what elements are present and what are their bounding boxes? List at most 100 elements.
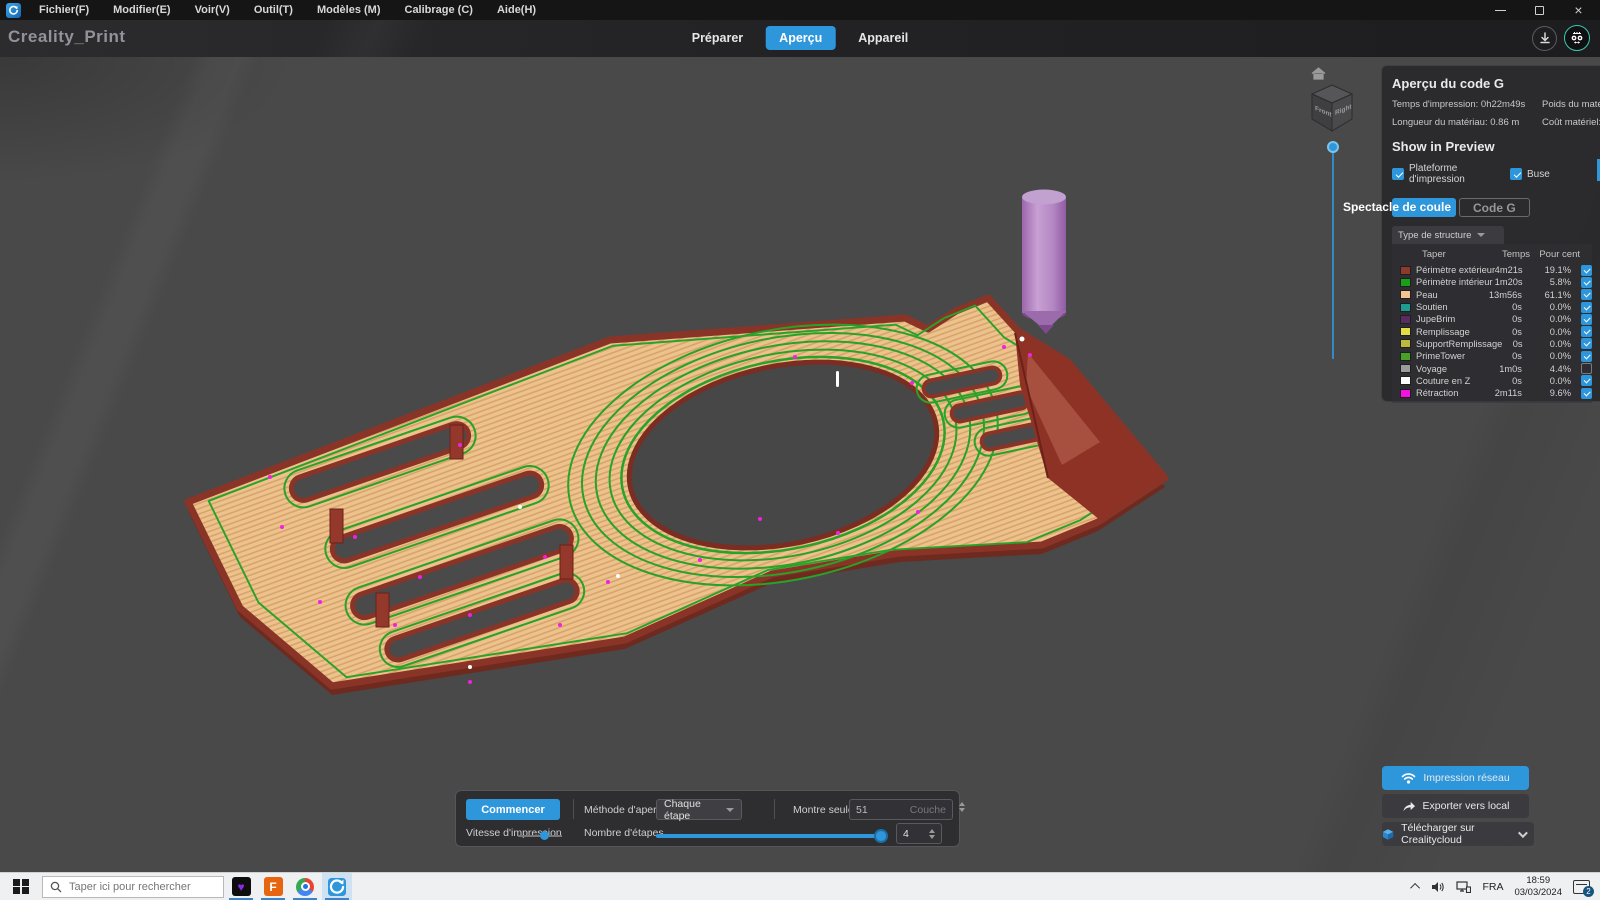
taskbar-search[interactable] <box>42 876 224 898</box>
maximize-button[interactable] <box>1534 5 1545 16</box>
color-swatch <box>1400 364 1411 373</box>
table-row: Périmètre extérieur4m21s19.1% <box>1392 264 1592 276</box>
color-swatch <box>1400 339 1411 348</box>
export-local-button[interactable]: Exporter vers local <box>1382 794 1529 818</box>
steps-slider[interactable] <box>656 828 886 844</box>
row-visibility-checkbox[interactable] <box>1581 351 1592 362</box>
network-print-button[interactable]: Impression réseau <box>1382 766 1529 790</box>
volume-icon[interactable] <box>1431 881 1445 893</box>
col-time: Temps <box>1484 249 1530 260</box>
layer-unit-label: Couche <box>910 804 946 816</box>
more-export-options-button[interactable] <box>1508 822 1534 846</box>
tab-appareil[interactable]: Appareil <box>845 26 921 50</box>
viewport-3d[interactable]: Front Right Aperçu du code G Temps d'imp… <box>0 57 1600 872</box>
tab-apercu[interactable]: Aperçu <box>766 26 835 50</box>
table-row: Voyage1m0s4.4% <box>1392 362 1592 374</box>
layer-stepper[interactable] <box>959 802 965 812</box>
row-visibility-checkbox[interactable] <box>1581 289 1592 300</box>
row-visibility-checkbox[interactable] <box>1581 388 1592 399</box>
menu-modeles[interactable]: Modèles (M) <box>317 4 381 16</box>
taskbar-app-creality[interactable] <box>322 873 352 900</box>
checkbox-nozzle[interactable]: Buse <box>1510 168 1550 180</box>
color-swatch <box>1400 290 1411 299</box>
language-indicator[interactable]: FRA <box>1482 881 1503 893</box>
table-row: Rétraction2m11s9.6% <box>1392 387 1592 399</box>
row-visibility-checkbox[interactable] <box>1581 326 1592 337</box>
layer-slider-handle[interactable] <box>1327 141 1339 153</box>
stat-material-weight: Poids du matériau <box>1542 99 1600 110</box>
panel-title: Aperçu du code G <box>1392 76 1600 91</box>
crealitycloud-icon <box>1382 828 1394 841</box>
export-actions: Impression réseau Exporter vers local Té… <box>1382 766 1562 850</box>
close-button[interactable]: × <box>1573 5 1584 16</box>
minimize-button[interactable] <box>1495 5 1506 16</box>
menu-bar: Fichier(F) Modifier(E) Voir(V) Outil(T) … <box>0 0 1600 20</box>
taskbar-app-chrome[interactable] <box>290 873 320 900</box>
user-avatar[interactable] <box>1564 25 1590 51</box>
menu-voir[interactable]: Voir(V) <box>195 4 230 16</box>
chevron-down-icon <box>726 808 734 812</box>
header: Creality_Print Préparer Aperçu Appareil <box>0 20 1600 57</box>
platform-checkbox[interactable] <box>1392 168 1404 180</box>
menu-calibrage[interactable]: Calibrage (C) <box>405 4 473 16</box>
taskbar-app-heart[interactable]: ♥ <box>226 873 256 900</box>
taskbar-app-f[interactable]: F <box>258 873 288 900</box>
row-visibility-checkbox[interactable] <box>1581 302 1592 313</box>
row-visibility-checkbox[interactable] <box>1581 363 1592 374</box>
checkbox-platform[interactable]: Plateforme d'impression <box>1392 163 1510 185</box>
table-row: Peau13m56s61.1% <box>1392 289 1592 301</box>
menu-modifier[interactable]: Modifier(E) <box>113 4 170 16</box>
print-speed-slider[interactable] <box>518 831 562 841</box>
tab-color-scheme[interactable]: Spectacle de coule <box>1392 198 1456 217</box>
start-menu-button[interactable] <box>0 873 42 900</box>
color-swatch <box>1400 278 1411 287</box>
row-visibility-checkbox[interactable] <box>1581 314 1592 325</box>
menu-aide[interactable]: Aide(H) <box>497 4 536 16</box>
show-in-preview-title: Show in Preview <box>1392 139 1600 154</box>
main-tabs: Préparer Aperçu Appareil <box>679 26 922 50</box>
row-visibility-checkbox[interactable] <box>1581 375 1592 386</box>
view-cube[interactable]: Front Right <box>1308 83 1356 140</box>
download-icon[interactable] <box>1532 26 1557 51</box>
steps-value-input[interactable]: 4 <box>896 823 942 844</box>
app-title: Creality_Print <box>8 27 126 47</box>
row-visibility-checkbox[interactable] <box>1581 277 1592 288</box>
tray-expand-icon[interactable] <box>1411 883 1421 893</box>
color-swatch <box>1400 389 1411 398</box>
preview-control-bar: Commencer Méthode d'aperçu Chaque étape … <box>455 790 960 847</box>
preview-method-select[interactable]: Chaque étape <box>656 799 742 820</box>
color-swatch <box>1400 376 1411 385</box>
nozzle-checkbox[interactable] <box>1510 168 1522 180</box>
layer-number-input[interactable]: 51 Couche <box>849 799 953 820</box>
upload-crealitycloud-button[interactable]: Télécharger sur Crealitycloud <box>1382 822 1529 846</box>
search-icon <box>50 881 62 893</box>
menu-outil[interactable]: Outil(T) <box>254 4 293 16</box>
table-row: PrimeTower0s0.0% <box>1392 350 1592 362</box>
notification-center-icon[interactable]: 2 <box>1573 880 1590 894</box>
wifi-icon <box>1401 772 1416 784</box>
color-swatch <box>1400 315 1411 324</box>
windows-logo-icon <box>13 879 29 895</box>
row-visibility-checkbox[interactable] <box>1581 265 1592 276</box>
start-button[interactable]: Commencer <box>466 799 560 820</box>
print-speed-handle[interactable] <box>540 831 549 840</box>
tab-preparer[interactable]: Préparer <box>679 26 756 50</box>
color-swatch <box>1400 266 1411 275</box>
structure-table: Taper Temps Pour cent Périmètre extérieu… <box>1392 244 1592 403</box>
windows-taskbar: ♥ F FRA 18:59 03/03/2024 2 <box>0 872 1600 900</box>
row-visibility-checkbox[interactable] <box>1581 338 1592 349</box>
stat-print-time: Temps d'impression: 0h22m49s <box>1392 99 1542 110</box>
steps-slider-handle[interactable] <box>874 829 888 843</box>
show-only-label: Montre seulement <box>793 804 849 816</box>
table-row: Soutien0s0.0% <box>1392 301 1592 313</box>
layer-slider-track[interactable] <box>1332 149 1334 359</box>
heart-app-icon: ♥ <box>232 877 251 896</box>
structure-type-dropdown[interactable]: Type de structure <box>1392 226 1504 244</box>
search-input[interactable] <box>69 881 209 893</box>
tab-gcode[interactable]: Code G <box>1459 198 1530 217</box>
layer-slider[interactable] <box>1331 141 1335 363</box>
taskbar-clock[interactable]: 18:59 03/03/2024 <box>1514 875 1562 899</box>
network-icon[interactable] <box>1456 881 1471 893</box>
creality-app-icon <box>328 878 346 896</box>
menu-fichier[interactable]: Fichier(F) <box>39 4 89 16</box>
